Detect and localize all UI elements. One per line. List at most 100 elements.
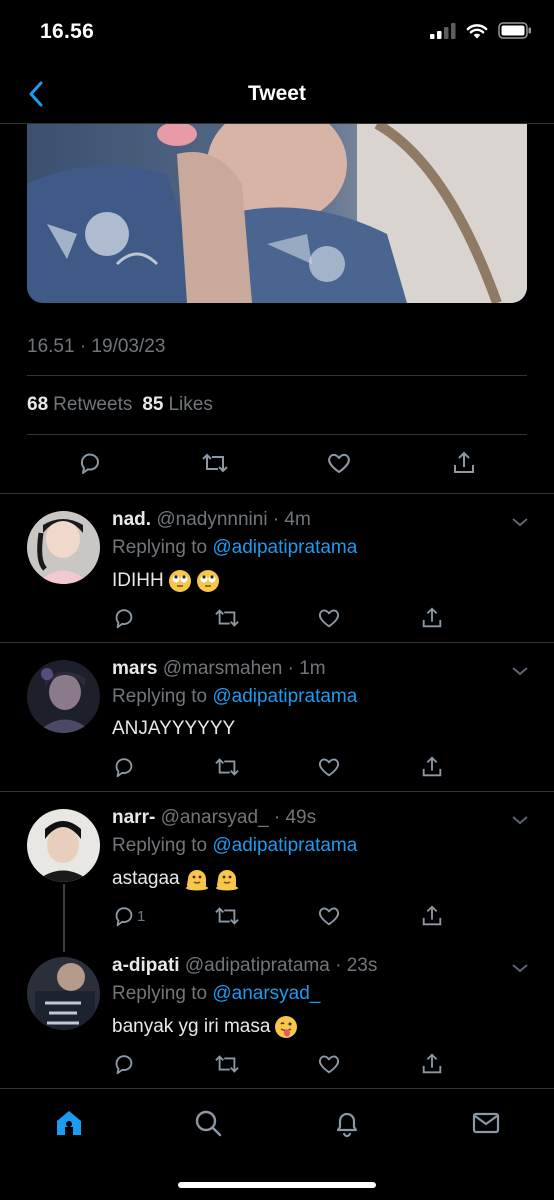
tweet-photo[interactable]	[27, 124, 527, 303]
retweets-count[interactable]: 68	[27, 394, 48, 416]
reply-text: banyak yg iri masa	[112, 1016, 271, 1037]
search-icon	[195, 1110, 222, 1137]
like-button[interactable]	[324, 448, 354, 478]
rolling-eyes-emoji	[168, 570, 191, 592]
share-button[interactable]	[449, 448, 479, 478]
replying-prefix: Replying to	[112, 983, 208, 1004]
share-icon	[422, 756, 442, 777]
status-time: 16.56	[40, 20, 95, 43]
tab-notifications[interactable]	[327, 1103, 367, 1143]
likes-label[interactable]: Likes	[168, 394, 212, 416]
reply-content: narr- @anarsyad_ · 49s Replying to @adip…	[112, 807, 532, 891]
reply-button[interactable]: 1	[110, 902, 145, 930]
tab-search[interactable]	[188, 1103, 228, 1143]
retweet-icon	[201, 453, 228, 473]
avatar[interactable]	[27, 809, 100, 882]
home-icon	[57, 1111, 81, 1135]
rolling-eyes-emoji	[196, 570, 219, 592]
retweet-icon	[214, 1055, 239, 1073]
tweet-timestamp: 16.51 · 19/03/23	[27, 336, 166, 357]
divider	[27, 434, 527, 435]
tab-home[interactable]	[49, 1103, 89, 1143]
avatar[interactable]	[27, 511, 100, 584]
replying-prefix: Replying to	[112, 686, 208, 707]
retweet-icon	[214, 758, 239, 776]
display-name[interactable]: nad.	[112, 509, 151, 530]
display-name[interactable]: narr-	[112, 807, 155, 828]
retweet-button[interactable]	[213, 902, 241, 930]
photo-image	[27, 124, 527, 303]
reply-button[interactable]	[110, 1050, 138, 1078]
reply-icon	[115, 907, 133, 927]
battery-icon	[498, 22, 531, 39]
avatar[interactable]	[27, 957, 100, 1030]
reply-item[interactable]: mars @marsmahen · 1m Replying to @adipat…	[0, 642, 554, 791]
like-button[interactable]	[315, 753, 343, 781]
reply-item[interactable]: nad. @nadynnnini · 4m Replying to @adipa…	[0, 493, 554, 642]
retweet-button[interactable]	[213, 604, 241, 632]
retweet-button[interactable]	[200, 448, 230, 478]
mention-link[interactable]: @anarsyad_	[212, 983, 320, 1004]
melting-face-emoji	[185, 870, 208, 891]
avatar[interactable]	[27, 660, 100, 733]
heart-icon	[328, 453, 351, 473]
page-title: Tweet	[248, 82, 306, 105]
reply-icon	[115, 609, 133, 629]
nav-bar: Tweet	[0, 64, 554, 124]
home-indicator	[178, 1182, 376, 1188]
messages-icon	[472, 1112, 500, 1134]
display-name[interactable]: a-dipati	[112, 955, 180, 976]
reply-icon	[115, 758, 133, 778]
cellular-signal-icon	[430, 22, 456, 39]
reply-button[interactable]	[110, 604, 138, 632]
share-icon	[453, 451, 474, 473]
chevron-down-icon[interactable]	[510, 961, 530, 975]
share-icon	[422, 905, 442, 926]
status-bar: 16.56	[0, 0, 554, 64]
tongue-face-emoji	[275, 1016, 298, 1038]
tab-messages[interactable]	[466, 1103, 506, 1143]
reply-icon	[80, 453, 99, 474]
retweet-button[interactable]	[213, 753, 241, 781]
likes-count[interactable]: 85	[142, 394, 163, 416]
reply-icon	[115, 1055, 133, 1075]
handle-and-time: @nadynnnini · 4m	[156, 509, 311, 530]
chevron-down-icon[interactable]	[510, 813, 530, 827]
mention-link[interactable]: @adipatipratama	[212, 686, 357, 707]
share-button[interactable]	[418, 902, 446, 930]
retweet-icon	[214, 907, 239, 925]
notifications-icon	[336, 1112, 358, 1138]
chevron-down-icon[interactable]	[510, 515, 530, 529]
share-button[interactable]	[418, 1050, 446, 1078]
reply-content: nad. @nadynnnini · 4m Replying to @adipa…	[112, 509, 532, 593]
reply-content: a-dipati @adipatipratama · 23s Replying …	[112, 955, 532, 1039]
reply-actions	[110, 1050, 446, 1078]
share-button[interactable]	[418, 604, 446, 632]
like-button[interactable]	[315, 604, 343, 632]
heart-icon	[319, 907, 340, 926]
share-button[interactable]	[418, 753, 446, 781]
share-icon	[422, 1053, 442, 1074]
reply-actions	[110, 604, 446, 632]
tweet-actions	[27, 448, 527, 478]
reply-content: mars @marsmahen · 1m Replying to @adipat…	[112, 658, 532, 740]
reply-button[interactable]	[110, 753, 138, 781]
like-button[interactable]	[315, 1050, 343, 1078]
reply-button[interactable]	[75, 448, 105, 478]
reply-text: astagaa	[112, 868, 180, 889]
status-icons	[430, 22, 532, 39]
like-button[interactable]	[315, 902, 343, 930]
replying-prefix: Replying to	[112, 835, 208, 856]
display-name[interactable]: mars	[112, 658, 157, 679]
mention-link[interactable]: @adipatipratama	[212, 835, 357, 856]
retweet-button[interactable]	[213, 1050, 241, 1078]
reply-item[interactable]: narr- @anarsyad_ · 49s Replying to @adip…	[0, 791, 554, 941]
retweet-icon	[214, 609, 239, 627]
reply-item[interactable]: a-dipati @adipatipratama · 23s Replying …	[0, 941, 554, 1088]
share-icon	[422, 607, 442, 628]
heart-icon	[319, 609, 340, 628]
retweets-label[interactable]: Retweets	[53, 394, 132, 416]
mention-link[interactable]: @adipatipratama	[212, 537, 357, 558]
handle-and-time: @marsmahen · 1m	[162, 658, 326, 679]
chevron-down-icon[interactable]	[510, 664, 530, 678]
